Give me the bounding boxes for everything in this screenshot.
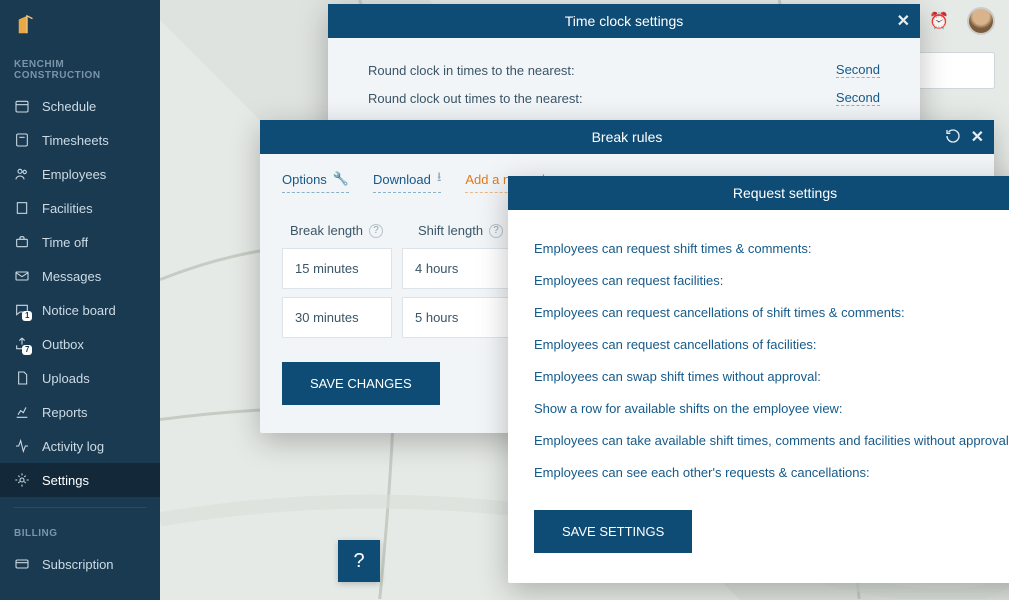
request-setting-label: Employees can request cancellations of f… (534, 337, 817, 352)
request-setting-label: Employees can take available shift times… (534, 433, 1009, 448)
sidebar-item-label: Activity log (42, 439, 104, 454)
activity-icon (14, 438, 30, 454)
shift-length-header: Shift length ? (418, 223, 518, 238)
timesheet-icon (14, 132, 30, 148)
options-link[interactable]: Options 🔧 (282, 168, 349, 193)
wrench-icon: 🔧 (333, 171, 349, 187)
modal-request-body: Employees can request shift times & comm… (508, 210, 1009, 583)
modal-request-header: Request settings ✕ (508, 176, 1009, 210)
briefcase-icon (14, 234, 30, 250)
request-setting-label: Employees can see each other's requests … (534, 465, 870, 480)
help-icon[interactable]: ? (489, 224, 503, 238)
request-setting-label: Show a row for available shifts on the e… (534, 401, 843, 416)
sidebar-item-label: Settings (42, 473, 89, 488)
sidebar-item-label: Employees (42, 167, 106, 182)
sidebar-item-label: Uploads (42, 371, 90, 386)
options-label: Options (282, 172, 327, 187)
timeclock-row-label: Round clock out times to the nearest: (368, 91, 583, 106)
sidebar-item-label: Schedule (42, 99, 96, 114)
modal-request-title: Request settings (733, 185, 837, 201)
sidebar-item-label: Subscription (42, 557, 114, 572)
request-setting-row: Employees can request facilities:✓ (534, 264, 1009, 296)
sidebar-item-label: Timesheets (42, 133, 109, 148)
org-name-label: KENCHIM CONSTRUCTION (0, 49, 160, 89)
sidebar-item-label: Time off (42, 235, 88, 250)
request-setting-row: Employees can request cancellations of f… (534, 328, 1009, 360)
building-icon (14, 200, 30, 216)
sidebar-item-label: Messages (42, 269, 101, 284)
sidebar: KENCHIM CONSTRUCTION Schedule Timesheets… (0, 0, 160, 600)
modal-timeclock-header: Time clock settings ✕ (328, 4, 920, 38)
chart-icon (14, 404, 30, 420)
request-setting-row: Employees can take available shift times… (534, 424, 1009, 456)
request-setting-row: Employees can swap shift times without a… (534, 360, 1009, 392)
people-icon (14, 166, 30, 182)
timeclock-row: Round clock in times to the nearest: Sec… (368, 62, 880, 78)
save-changes-button[interactable]: SAVE CHANGES (282, 362, 440, 405)
gear-icon (14, 472, 30, 488)
help-float-button[interactable]: ? (338, 540, 380, 582)
request-setting-label: Employees can request shift times & comm… (534, 241, 811, 256)
break-length-cell[interactable]: 30 minutes (282, 297, 392, 338)
alarm-icon[interactable]: ⏰ (929, 11, 949, 31)
sidebar-item-employees[interactable]: Employees (0, 157, 160, 191)
sidebar-item-settings[interactable]: Settings (0, 463, 160, 497)
request-setting-label: Employees can request facilities: (534, 273, 723, 288)
save-settings-button[interactable]: SAVE SETTINGS (534, 510, 692, 553)
sidebar-divider (14, 507, 146, 508)
sidebar-item-timeoff[interactable]: Time off (0, 225, 160, 259)
history-icon[interactable] (945, 128, 961, 147)
request-setting-row: Employees can request cancellations of s… (534, 296, 1009, 328)
modal-request-settings: Request settings ✕ Employees can request… (508, 176, 1009, 583)
sidebar-item-uploads[interactable]: Uploads (0, 361, 160, 395)
break-length-header: Break length ? (290, 223, 390, 238)
sidebar-item-label: Outbox (42, 337, 84, 352)
shift-length-cell[interactable]: 5 hours (402, 297, 512, 338)
request-setting-row: Employees can see each other's requests … (534, 456, 1009, 488)
help-icon[interactable]: ? (369, 224, 383, 238)
app-logo (0, 8, 160, 49)
sidebar-item-schedule[interactable]: Schedule (0, 89, 160, 123)
sidebar-item-timesheets[interactable]: Timesheets (0, 123, 160, 157)
timeclock-row: Round clock out times to the nearest: Se… (368, 90, 880, 106)
timeclock-row-value[interactable]: Second (836, 90, 880, 106)
timeclock-row-value[interactable]: Second (836, 62, 880, 78)
mail-icon (14, 268, 30, 284)
close-icon[interactable]: ✕ (971, 127, 984, 147)
sidebar-item-messages[interactable]: Messages (0, 259, 160, 293)
modal-break-title: Break rules (592, 129, 663, 145)
sidebar-item-activity[interactable]: Activity log (0, 429, 160, 463)
request-setting-label: Employees can request cancellations of s… (534, 305, 905, 320)
request-setting-row: Employees can request shift times & comm… (534, 232, 1009, 264)
request-setting-row: Show a row for available shifts on the e… (534, 392, 1009, 424)
sidebar-item-noticeboard[interactable]: 1 Notice board (0, 293, 160, 327)
sidebar-item-facilities[interactable]: Facilities (0, 191, 160, 225)
sidebar-item-outbox[interactable]: 7 Outbox (0, 327, 160, 361)
close-icon[interactable]: ✕ (897, 11, 910, 31)
calendar-icon (14, 98, 30, 114)
break-length-cell[interactable]: 15 minutes (282, 248, 392, 289)
sidebar-item-label: Facilities (42, 201, 93, 216)
timeclock-row-label: Round clock in times to the nearest: (368, 63, 575, 78)
download-label: Download (373, 172, 431, 187)
sidebar-item-label: Notice board (42, 303, 116, 318)
outbox-badge: 7 (22, 345, 32, 355)
sidebar-item-label: Reports (42, 405, 88, 420)
sidebar-item-subscription[interactable]: Subscription (0, 547, 160, 581)
shift-length-cell[interactable]: 4 hours (402, 248, 512, 289)
modal-timeclock-title: Time clock settings (565, 13, 684, 29)
avatar[interactable] (967, 7, 995, 35)
main-area: Pricing ▾ Help ▾ ⏰ + − ? Time clock sett… (160, 0, 1009, 600)
billing-group-label: BILLING (0, 518, 160, 547)
file-icon (14, 370, 30, 386)
notice-badge: 1 (22, 311, 32, 321)
download-link[interactable]: Download ⭳ (373, 168, 441, 193)
request-setting-label: Employees can swap shift times without a… (534, 369, 821, 384)
card-icon (14, 556, 30, 572)
sidebar-item-reports[interactable]: Reports (0, 395, 160, 429)
download-icon: ⭳ (437, 168, 442, 190)
modal-break-header: Break rules ✕ (260, 120, 994, 154)
